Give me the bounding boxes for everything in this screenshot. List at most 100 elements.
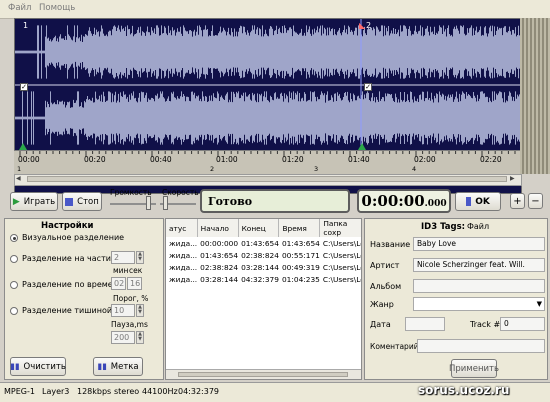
col-status[interactable]: атус	[166, 219, 198, 237]
row-status: жида...	[169, 238, 198, 248]
row-duration: 00:55:171	[281, 250, 320, 260]
col-folder[interactable]: Папка сохр	[319, 219, 361, 237]
threshold-input[interactable]: 10	[111, 304, 135, 317]
date-field[interactable]	[405, 317, 445, 331]
stop-label: Стоп	[77, 196, 99, 207]
comment-field[interactable]	[417, 339, 545, 353]
segment-number-label: 1	[17, 165, 22, 173]
stop-button[interactable]: Стоп	[62, 192, 102, 211]
seconds-input[interactable]: 16	[127, 277, 142, 290]
time-split-label: Разделение по времени	[22, 280, 124, 289]
mark-label: Метка	[110, 361, 139, 372]
chevron-down-icon: ▼	[536, 300, 542, 308]
time-tick-label: 01:40	[348, 155, 370, 164]
min-label: мин	[113, 266, 129, 275]
parts-input[interactable]: 2	[111, 251, 135, 264]
table-row[interactable]: жида... 00:00:000 01:43:654 01:43:654 C:\Use…	[166, 237, 362, 249]
waveform-scrollbar[interactable]: ◀ ▶	[14, 174, 522, 186]
marker-2-flag[interactable]: ◣	[359, 21, 365, 30]
mark-button[interactable]: ▮▮ Метка	[93, 357, 143, 376]
table-row[interactable]: жида... 02:38:824 03:28:144 00:49:319 C:\Use…	[166, 261, 362, 273]
segments-table: атус Начало Конец Время Папка сохр жида.…	[166, 219, 362, 285]
col-start[interactable]: Начало	[197, 219, 239, 237]
row-start: 00:00:000	[200, 238, 239, 248]
segment-number-label: 4	[412, 165, 417, 173]
row-status: жида...	[169, 262, 198, 272]
time-tick-label: 00:20	[84, 155, 106, 164]
split-marker-icon[interactable]	[358, 143, 366, 150]
status-bar: MPEG-1 Layer3 128kbps stereo 44100Hz 04:…	[0, 382, 550, 402]
visual-split-radio[interactable]	[10, 234, 18, 242]
clear-button[interactable]: ▮▮ Очистить	[10, 357, 66, 376]
segments-table-panel: атус Начало Конец Время Папка сохр жида.…	[165, 218, 362, 380]
speed-slider-thumb[interactable]	[163, 196, 168, 210]
settings-title: Настройки	[41, 221, 94, 231]
col-duration[interactable]: Время	[278, 219, 321, 237]
time-tick-label: 01:00	[216, 155, 238, 164]
date-label: Дата	[370, 320, 391, 329]
time-main: 0:00:00	[361, 192, 425, 210]
pause-input[interactable]: 200	[111, 331, 135, 344]
row-duration: 01:43:654	[281, 238, 320, 248]
row-folder: C:\Users\Le	[322, 250, 362, 260]
scroll-left-icon[interactable]: ◀	[16, 176, 24, 182]
menu-bar: Файл Помощь	[0, 0, 550, 19]
id3-title: ID3 Tags:	[421, 222, 466, 232]
album-field[interactable]	[413, 279, 545, 293]
comment-label: Коментарий	[370, 342, 419, 351]
col-end[interactable]: Конец	[238, 219, 280, 237]
table-row[interactable]: жида... 01:43:654 02:38:824 00:55:171 C:\Use…	[166, 249, 362, 261]
parts-split-radio[interactable]	[10, 255, 18, 263]
marker-2-label: 2	[366, 21, 372, 30]
play-button[interactable]: ▶ Играть	[10, 192, 58, 211]
ok-label: OK	[475, 196, 490, 207]
play-label: Играть	[23, 196, 56, 207]
silence-split-radio[interactable]	[10, 307, 18, 315]
volume-slider-thumb[interactable]	[146, 196, 151, 210]
apply-button[interactable]: Применить	[449, 359, 499, 378]
channel-left-checkbox[interactable]: ✓	[20, 83, 28, 91]
row-status: жида...	[169, 274, 198, 284]
menu-file[interactable]: Файл	[8, 3, 31, 13]
scroll-thumb[interactable]	[27, 176, 507, 182]
format-text: MPEG-1	[4, 387, 35, 396]
level-meter	[520, 18, 550, 174]
parts-split-label: Разделение на части	[22, 254, 111, 263]
artist-field[interactable]: Nicole Scherzinger feat. Will.	[413, 258, 545, 272]
table-scroll-thumb[interactable]	[178, 372, 348, 377]
table-header-row: атус Начало Конец Время Папка сохр	[166, 219, 361, 237]
time-ms: .000	[424, 199, 447, 209]
table-row[interactable]: жида... 03:28:144 04:32:379 01:04:235 C:\Use…	[166, 273, 361, 285]
ok-icon	[466, 197, 472, 206]
time-tick-label: 01:20	[282, 155, 304, 164]
row-duration: 01:04:235	[281, 274, 320, 284]
time-tick-label: 00:00	[18, 155, 40, 164]
bitrate-text: 128kbps	[77, 387, 112, 396]
row-folder: C:\Users\Le	[322, 238, 362, 248]
name-label: Название	[370, 240, 411, 249]
threshold-spinner[interactable]: ▲ ▼	[136, 304, 144, 317]
parts-spinner[interactable]: ▲ ▼	[136, 251, 144, 264]
genre-label: Жанр	[370, 300, 394, 309]
row-duration: 00:49:319	[281, 262, 320, 272]
genre-select[interactable]: ▼	[413, 297, 545, 311]
start-marker-icon[interactable]	[19, 143, 27, 150]
channel-right-checkbox[interactable]: ✓	[364, 83, 372, 91]
zoom-in-button[interactable]: +	[510, 193, 525, 209]
zoom-out-button[interactable]: −	[528, 193, 543, 209]
ok-button[interactable]: OK	[455, 192, 501, 211]
track-field[interactable]: 0	[500, 317, 545, 331]
scroll-right-icon[interactable]: ▶	[510, 176, 518, 182]
row-folder: C:\Users\Le	[322, 262, 362, 272]
mark-icon: ▮▮	[97, 361, 107, 372]
menu-help[interactable]: Помощь	[39, 3, 75, 13]
sec-label: сек	[129, 266, 143, 275]
time-tick-label: 02:00	[414, 155, 436, 164]
segment-number-label: 2	[210, 165, 215, 173]
table-scrollbar[interactable]	[166, 369, 361, 379]
name-field[interactable]: Baby Love	[413, 237, 545, 251]
pause-spinner[interactable]: ▲ ▼	[136, 331, 144, 344]
minutes-input[interactable]: 02	[111, 277, 126, 290]
time-split-radio[interactable]	[10, 281, 18, 289]
time-scale: 00:00 00:20 00:40 01:00 01:20 01:40 02:00 02:20…	[14, 150, 520, 175]
